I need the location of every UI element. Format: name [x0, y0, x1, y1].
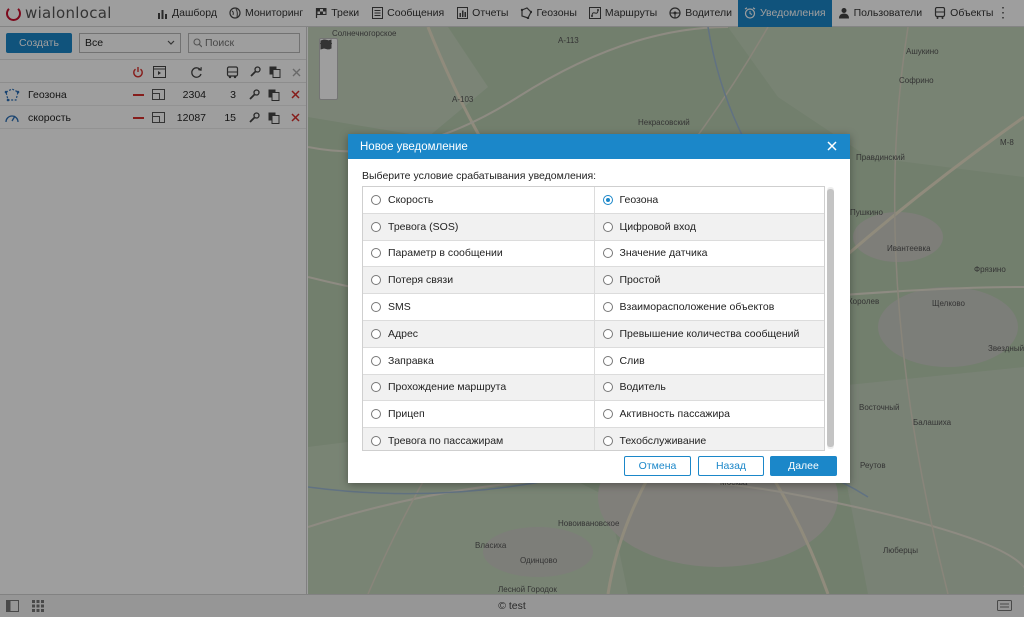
condition-option[interactable]: Тревога (SOS) — [363, 214, 594, 240]
condition-option[interactable]: Заправка — [363, 348, 594, 374]
radio-button[interactable] — [371, 302, 381, 313]
radio-button[interactable] — [602, 409, 613, 420]
radio-button[interactable] — [602, 275, 613, 286]
radio-button[interactable] — [371, 355, 381, 366]
dialog-header: Новое уведомление — [348, 134, 850, 159]
condition-option-label: Прохождение маршрута — [388, 381, 507, 394]
condition-option-label: Водитель — [619, 381, 666, 394]
condition-option-label: Адрес — [388, 327, 419, 340]
radio-button[interactable] — [371, 248, 381, 259]
scrollbar-thumb[interactable] — [827, 189, 834, 447]
condition-option[interactable]: Активность пассажира — [593, 401, 825, 428]
condition-option-label: Геозона — [619, 193, 659, 206]
condition-option[interactable]: Прохождение маршрута — [363, 375, 594, 401]
condition-option-label: Цифровой вход — [619, 220, 696, 233]
new-notification-dialog: Новое уведомление Выберите условие сраба… — [348, 134, 850, 483]
next-button[interactable]: Далее — [770, 456, 837, 476]
condition-option[interactable]: Скорость — [363, 187, 594, 213]
condition-option-label: Простой — [619, 274, 661, 287]
dialog-title: Новое уведомление — [360, 140, 468, 153]
radio-button[interactable] — [371, 436, 381, 447]
options-row: Потеря связи Простой — [363, 267, 825, 295]
condition-option[interactable]: Превышение количества сообщений — [593, 320, 825, 347]
condition-option-label: Параметр в сообщении — [388, 247, 503, 260]
condition-option[interactable]: Параметр в сообщении — [363, 241, 594, 267]
condition-option[interactable]: Тревога по пассажирам — [363, 428, 594, 450]
condition-option-label: Тревога (SOS) — [388, 220, 459, 233]
radio-button[interactable] — [602, 328, 613, 339]
options-row: SMS Взаиморасположение объектов — [363, 294, 824, 321]
condition-option-label: Превышение количества сообщений — [619, 327, 800, 340]
radio-button[interactable] — [602, 194, 613, 205]
condition-option[interactable]: Потеря связи — [363, 267, 594, 293]
condition-option-label: Потеря связи — [388, 274, 454, 287]
condition-option[interactable]: Взаиморасположение объектов — [593, 294, 825, 320]
condition-option-label: Заправка — [388, 354, 434, 367]
condition-options-grid: Скорость Геозона Тревога (SOS) Цифровой вхо… — [362, 186, 825, 451]
condition-option-label: Тревога по пассажирам — [388, 435, 504, 448]
condition-option[interactable]: SMS — [363, 294, 594, 320]
radio-button[interactable] — [602, 248, 613, 259]
options-row: Скорость Геозона — [363, 187, 824, 214]
radio-button[interactable] — [602, 382, 613, 393]
condition-option[interactable]: Адрес — [363, 321, 594, 347]
condition-option-label: Прицеп — [388, 408, 425, 421]
condition-option[interactable]: Цифровой вход — [593, 213, 825, 240]
condition-option[interactable]: Значение датчика — [593, 240, 825, 267]
condition-option[interactable]: Геозона — [593, 187, 825, 213]
condition-option[interactable]: Водитель — [593, 374, 825, 401]
condition-option-label: Слив — [619, 354, 645, 367]
condition-option-label: Взаиморасположение объектов — [619, 301, 775, 314]
condition-option-label: SMS — [388, 301, 411, 314]
radio-button[interactable] — [371, 275, 381, 286]
options-row: Прицеп Активность пассажира — [363, 401, 825, 429]
radio-button[interactable] — [371, 194, 381, 205]
condition-option-label: Техобслуживание — [619, 435, 707, 448]
radio-button[interactable] — [371, 409, 381, 420]
options-row: Параметр в сообщении Значение датчика — [363, 240, 825, 268]
options-row: Тревога (SOS) Цифровой вход — [363, 213, 825, 241]
dialog-prompt: Выберите условие срабатывания уведомлени… — [362, 170, 597, 182]
condition-option-label: Значение датчика — [619, 247, 708, 260]
condition-option-label: Активность пассажира — [619, 408, 731, 421]
back-button[interactable]: Назад — [698, 456, 764, 476]
condition-option-label: Скорость — [388, 193, 434, 206]
options-scrollbar[interactable] — [827, 187, 834, 449]
radio-button[interactable] — [602, 221, 613, 232]
options-row: Прохождение маршрута Водитель — [363, 374, 825, 402]
options-row: Заправка Слив — [363, 347, 825, 375]
condition-option[interactable]: Техобслуживание — [593, 428, 825, 450]
close-icon[interactable] — [825, 139, 839, 153]
options-row: Тревога по пассажирам Техобслуживание — [363, 428, 825, 450]
condition-option[interactable]: Прицеп — [363, 401, 594, 427]
radio-button[interactable] — [602, 436, 613, 447]
cancel-button[interactable]: Отмена — [624, 456, 691, 476]
radio-button[interactable] — [371, 382, 381, 393]
radio-button[interactable] — [602, 355, 613, 366]
radio-button[interactable] — [371, 221, 381, 232]
condition-option[interactable]: Слив — [593, 347, 825, 374]
radio-button[interactable] — [371, 328, 381, 339]
radio-button[interactable] — [602, 302, 613, 313]
options-row: Адрес Превышение количества сообщений — [363, 320, 825, 348]
condition-option[interactable]: Простой — [593, 267, 825, 294]
